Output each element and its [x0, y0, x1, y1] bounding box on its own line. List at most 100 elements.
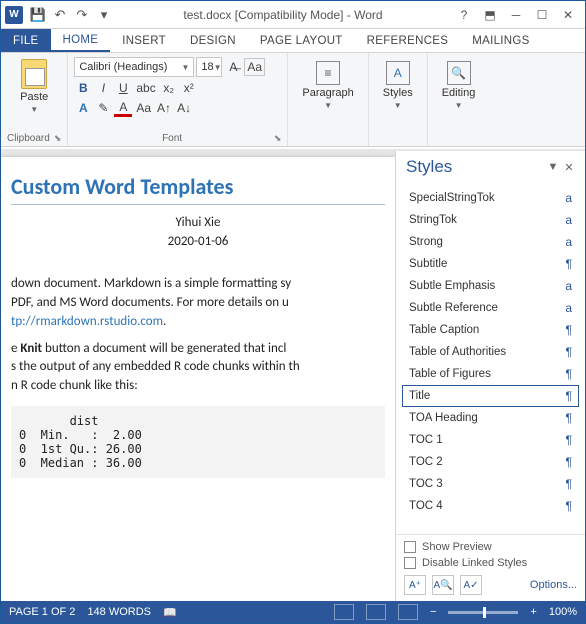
font-color-icon[interactable]: A: [114, 99, 132, 117]
styles-pane-title: Styles: [406, 157, 452, 177]
style-inspector-icon[interactable]: A🔍: [432, 575, 454, 595]
styles-pane-close-icon[interactable]: ✕: [561, 161, 577, 174]
strikethrough-button[interactable]: abc: [134, 79, 157, 97]
show-preview-checkbox[interactable]: Show Preview: [404, 541, 577, 553]
style-item-name: Subtitle: [409, 258, 447, 270]
style-item[interactable]: SpecialStringToka: [402, 187, 579, 209]
find-icon: 🔍: [447, 61, 471, 85]
tab-insert[interactable]: INSERT: [110, 29, 178, 52]
status-page[interactable]: PAGE 1 OF 2: [9, 606, 75, 618]
zoom-level[interactable]: 100%: [549, 606, 577, 618]
style-type-icon: ¶: [566, 323, 572, 337]
font-name-combo[interactable]: Calibri (Headings)▼: [74, 57, 194, 77]
paste-button[interactable]: Paste ▼: [7, 57, 61, 116]
style-item-name: Table Caption: [409, 324, 479, 336]
ribbon-display-icon[interactable]: ⬒: [477, 4, 503, 26]
zoom-in-icon[interactable]: +: [530, 606, 536, 618]
code-block: dist 0 Min. : 2.00 0 1st Qu.: 26.00 0 Me…: [11, 406, 385, 478]
change-case-icon[interactable]: Aa: [244, 58, 265, 76]
doc-paragraph: down document. Markdown is a simple form…: [11, 275, 385, 332]
tab-home[interactable]: HOME: [51, 29, 111, 52]
underline-button[interactable]: U: [114, 79, 132, 97]
style-item[interactable]: StringToka: [402, 209, 579, 231]
paragraph-icon: ≡: [316, 61, 340, 85]
style-item[interactable]: Subtitle ¶: [402, 253, 579, 275]
style-type-icon: ¶: [566, 411, 572, 425]
zoom-out-icon[interactable]: −: [430, 606, 436, 618]
tab-references[interactable]: REFERENCES: [355, 29, 461, 52]
style-item[interactable]: Subtle Emphasisa: [402, 275, 579, 297]
zoom-slider[interactable]: [448, 611, 518, 614]
font-launcher-icon[interactable]: ⬊: [274, 133, 282, 144]
tab-file[interactable]: FILE: [1, 29, 51, 52]
paragraph-button[interactable]: ≡ Paragraph ▼: [294, 57, 361, 114]
redo-icon[interactable]: ↷: [71, 4, 93, 26]
style-list[interactable]: SpecialStringTokaStringTokaStrongaSubtit…: [396, 187, 585, 534]
manage-styles-icon[interactable]: A✓: [460, 575, 482, 595]
help-icon[interactable]: ?: [451, 4, 477, 26]
minimize-icon[interactable]: ─: [503, 4, 529, 26]
text-effects-icon[interactable]: A: [74, 99, 92, 117]
print-layout-icon[interactable]: [366, 604, 386, 620]
checkbox-icon: [404, 541, 416, 553]
new-style-icon[interactable]: A⁺: [404, 575, 426, 595]
style-item[interactable]: TOC 2¶: [402, 451, 579, 473]
bold-button[interactable]: B: [74, 79, 92, 97]
tab-mailings[interactable]: MAILINGS: [460, 29, 541, 52]
style-type-icon: ¶: [566, 257, 572, 271]
doc-hyperlink[interactable]: tp://rmarkdown.rstudio.com: [11, 314, 163, 329]
maximize-icon[interactable]: ☐: [529, 4, 555, 26]
tab-design[interactable]: DESIGN: [178, 29, 248, 52]
style-type-icon: a: [565, 301, 572, 315]
style-item[interactable]: Strong a: [402, 231, 579, 253]
style-type-icon: a: [565, 235, 572, 249]
read-mode-icon[interactable]: [334, 604, 354, 620]
clipboard-group-label: Clipboard: [7, 133, 50, 144]
doc-title[interactable]: Custom Word Templates: [11, 173, 385, 205]
save-icon[interactable]: 💾: [27, 4, 49, 26]
styles-options-link[interactable]: Options...: [530, 579, 577, 591]
style-item-name: TOC 1: [409, 434, 443, 446]
styles-pane-menu-icon[interactable]: ▼: [545, 161, 561, 173]
style-item[interactable]: Subtle Referencea: [402, 297, 579, 319]
titlebar: W 💾 ↶ ↷ ▾ test.docx [Compatibility Mode]…: [1, 1, 585, 29]
style-type-icon: ¶: [566, 499, 572, 513]
web-layout-icon[interactable]: [398, 604, 418, 620]
style-item-name: StringTok: [409, 214, 457, 226]
close-icon[interactable]: ✕: [555, 4, 581, 26]
status-words[interactable]: 148 WORDS: [87, 606, 151, 618]
superscript-button[interactable]: x²: [180, 79, 198, 97]
editing-button[interactable]: 🔍 Editing ▼: [434, 57, 484, 114]
workspace: Custom Word Templates Yihui Xie 2020-01-…: [1, 149, 585, 601]
undo-icon[interactable]: ↶: [49, 4, 71, 26]
character-shading-icon[interactable]: Aa: [134, 99, 153, 117]
document-area[interactable]: Custom Word Templates Yihui Xie 2020-01-…: [1, 157, 395, 601]
font-size-combo[interactable]: 18▼: [196, 57, 222, 77]
style-item-name: TOC 2: [409, 456, 443, 468]
styles-button[interactable]: A Styles ▼: [375, 57, 421, 114]
style-item[interactable]: Table of Figures¶: [402, 363, 579, 385]
italic-button[interactable]: I: [94, 79, 112, 97]
paste-icon: [21, 59, 47, 89]
style-item[interactable]: Table of Authorities¶: [402, 341, 579, 363]
style-item[interactable]: Table Caption ¶: [402, 319, 579, 341]
disable-linked-checkbox[interactable]: Disable Linked Styles: [404, 557, 577, 569]
highlight-icon[interactable]: ✎: [94, 99, 112, 117]
tab-page-layout[interactable]: PAGE LAYOUT: [248, 29, 355, 52]
clear-formatting-icon[interactable]: A̶: [224, 58, 242, 76]
clipboard-launcher-icon[interactable]: ⬊: [54, 133, 62, 144]
style-item[interactable]: Title¶: [402, 385, 579, 407]
style-item[interactable]: TOC 1¶: [402, 429, 579, 451]
style-item[interactable]: TOC 3¶: [402, 473, 579, 495]
qat-customize-icon[interactable]: ▾: [93, 4, 115, 26]
style-item-name: Strong: [409, 236, 443, 248]
subscript-button[interactable]: x₂: [160, 79, 178, 97]
shrink-font-icon[interactable]: A↓: [175, 99, 193, 117]
style-type-icon: a: [565, 279, 572, 293]
spellcheck-icon[interactable]: 📖: [163, 606, 177, 619]
style-item[interactable]: TOC 4¶: [402, 495, 579, 517]
style-item[interactable]: TOA Heading¶: [402, 407, 579, 429]
grow-font-icon[interactable]: A↑: [155, 99, 173, 117]
ribbon-tabs: FILE HOME INSERT DESIGN PAGE LAYOUT REFE…: [1, 29, 585, 53]
style-item-name: Table of Figures: [409, 368, 491, 380]
